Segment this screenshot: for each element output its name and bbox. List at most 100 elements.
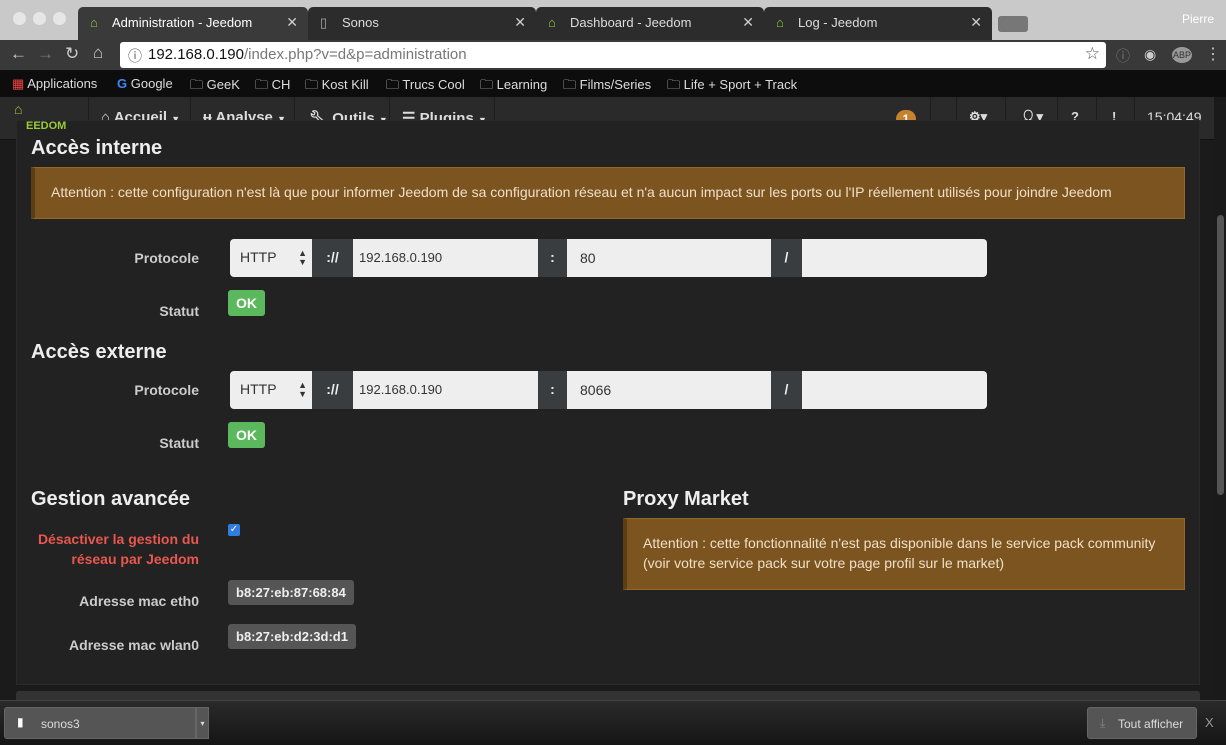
forward-icon[interactable]: →	[37, 44, 54, 64]
close-tab-icon[interactable]: ✕	[286, 14, 298, 31]
document-icon: ▯	[320, 15, 328, 30]
external-port-input[interactable]: 8066	[567, 371, 771, 409]
show-all-button[interactable]: ⤓ Tout afficher	[1087, 707, 1197, 739]
download-options-button[interactable]: ▾	[196, 707, 209, 739]
protocol-label: Protocole	[134, 250, 199, 266]
address-bar[interactable]: ⓘ 192.168.0.190/index.php?v=d&p=administ…	[120, 42, 1106, 68]
tab-dashboard[interactable]: ⌂ Dashboard - Jeedom ✕	[536, 7, 764, 40]
internal-protocol-select[interactable]: HTTP ▲ ▼	[230, 239, 312, 277]
external-protocol-select[interactable]: HTTP ▲ ▼	[230, 371, 312, 409]
tab-title: Log - Jeedom	[798, 15, 878, 30]
home-icon[interactable]: ⌂	[93, 43, 103, 63]
logo-text: EEDOM	[26, 120, 67, 132]
bookmark-folder[interactable]: 🗀 Kost Kill	[305, 76, 369, 98]
status-label: Statut	[159, 303, 199, 319]
jeedom-icon: ⌂	[548, 15, 556, 30]
close-tab-icon[interactable]: ✕	[742, 14, 754, 31]
external-status-badge: OK	[228, 422, 265, 448]
jeedom-icon: ⌂	[90, 15, 98, 30]
house-logo-icon: ⌂	[14, 101, 23, 117]
adblock-icon[interactable]: ABP	[1172, 47, 1193, 63]
status-label: Statut	[159, 435, 199, 451]
folder-icon: 🗀	[563, 77, 577, 92]
wlan0-mac-badge: b8:27:eb:d2:3d:d1	[228, 624, 356, 649]
bookmark-label: Life + Sport + Track	[683, 77, 798, 92]
proxy-alert: Attention : cette fonctionnalité n'est p…	[623, 518, 1185, 590]
tab-title: Administration - Jeedom	[112, 15, 253, 30]
bookmark-folder[interactable]: 🗀 CH	[255, 76, 290, 98]
bookmark-label: Learning	[496, 77, 548, 92]
external-ip-input[interactable]: 192.168.0.190	[353, 371, 538, 409]
internal-alert: Attention : cette configuration n'est là…	[31, 167, 1185, 219]
folder-icon: 🗀	[386, 77, 400, 92]
eth0-label: Adresse mac eth0	[79, 593, 199, 609]
bookmark-label: Google	[130, 76, 173, 91]
jeedom-icon: ⌂	[776, 15, 784, 30]
bookmark-folder[interactable]: 🗀 Trucs Cool	[386, 76, 465, 98]
reload-icon[interactable]: ↻	[65, 44, 79, 64]
select-arrows-icon: ▲ ▼	[298, 248, 307, 267]
path-separator: /	[771, 371, 802, 409]
downloads-bar: ▮ sonos3 ▾ ⤓ Tout afficher X	[0, 700, 1226, 745]
extension-icon[interactable]: ⓘ	[1116, 46, 1130, 66]
external-path-input[interactable]	[802, 371, 987, 409]
select-arrows-icon: ▲ ▼	[298, 380, 307, 399]
port-separator: :	[538, 371, 567, 409]
download-icon: ⤓	[1100, 716, 1106, 730]
internal-access-title: Accès interne	[31, 137, 163, 159]
tab-title: Sonos	[342, 15, 379, 30]
folder-icon: 🗀	[667, 77, 681, 92]
selected-value: HTTP	[240, 249, 277, 265]
bookmark-label: Films/Series	[579, 77, 652, 92]
internal-status-badge: OK	[228, 290, 265, 316]
maximize-window-button[interactable]	[53, 12, 66, 25]
profile-name[interactable]: Pierre	[1182, 12, 1214, 26]
new-tab-button[interactable]	[998, 16, 1028, 32]
bookmark-applications[interactable]: ▦ Applications	[12, 76, 97, 92]
extension-drop-icon[interactable]: ◉	[1144, 46, 1156, 63]
bookmark-label: Kost Kill	[321, 77, 369, 92]
proxy-market-title: Proxy Market	[623, 488, 749, 510]
bookmark-folder[interactable]: 🗀 Life + Sport + Track	[667, 76, 797, 98]
internal-path-input[interactable]	[802, 239, 987, 277]
minimize-window-button[interactable]	[33, 12, 46, 25]
port-separator: :	[538, 239, 567, 277]
bookmarks-bar: ▦ Applications G Google 🗀 GeeK 🗀 CH 🗀 Ko…	[0, 70, 1226, 97]
download-item[interactable]: ▮ sonos3	[4, 707, 196, 739]
folder-icon: 🗀	[480, 77, 494, 92]
external-access-title: Accès externe	[31, 341, 167, 363]
advanced-title: Gestion avancée	[31, 488, 190, 510]
internal-ip-input[interactable]: 192.168.0.190	[353, 239, 538, 277]
scrollbar-thumb[interactable]	[1217, 215, 1224, 495]
scheme-separator: ://	[312, 239, 353, 277]
tab-administration[interactable]: ⌂ Administration - Jeedom ✕	[78, 7, 308, 40]
close-window-button[interactable]	[13, 12, 26, 25]
bookmark-folder[interactable]: 🗀 GeeK	[190, 76, 240, 98]
bookmark-label: CH	[271, 77, 291, 92]
close-downloads-button[interactable]: X	[1205, 715, 1214, 730]
download-filename: sonos3	[41, 717, 80, 731]
close-tab-icon[interactable]: ✕	[970, 14, 982, 31]
bookmark-star-icon[interactable]: ☆	[1085, 44, 1100, 64]
bookmark-folder[interactable]: 🗀 Learning	[480, 76, 547, 98]
path-separator: /	[771, 239, 802, 277]
browser-tab-bar: ⌂ Administration - Jeedom ✕ ▯ Sonos ✕ ⌂ Dashb…	[0, 0, 1226, 40]
back-icon[interactable]: ←	[10, 44, 27, 64]
scrollbar[interactable]	[1214, 97, 1226, 700]
scheme-separator: ://	[312, 371, 353, 409]
menu-icon[interactable]: ⋮	[1205, 44, 1221, 64]
tab-title: Dashboard - Jeedom	[570, 15, 692, 30]
internal-port-input[interactable]: 80	[567, 239, 771, 277]
bookmark-folder[interactable]: 🗀 Films/Series	[563, 76, 651, 98]
close-tab-icon[interactable]: ✕	[514, 14, 526, 31]
wlan0-label: Adresse mac wlan0	[69, 637, 199, 653]
tab-log[interactable]: ⌂ Log - Jeedom ✕	[764, 7, 992, 40]
bookmark-google[interactable]: G Google	[117, 76, 173, 91]
disable-network-checkbox[interactable]: ✓	[228, 524, 240, 536]
selected-value: HTTP	[240, 381, 277, 397]
tab-sonos[interactable]: ▯ Sonos ✕	[308, 7, 536, 40]
info-icon: ⓘ	[128, 48, 142, 64]
folder-icon: 🗀	[255, 77, 269, 92]
protocol-label: Protocole	[134, 382, 199, 398]
disable-network-label: Désactiver la gestion du réseau par Jeed…	[37, 531, 199, 567]
